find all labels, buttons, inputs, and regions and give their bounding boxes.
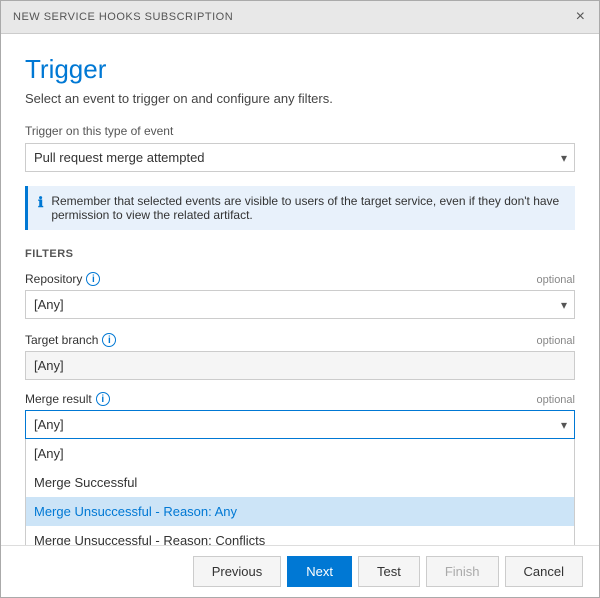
info-message-text: Remember that selected events are visibl… [51, 194, 565, 222]
info-message-box: ℹ Remember that selected events are visi… [25, 186, 575, 230]
merge-result-info-icon[interactable]: i [96, 392, 110, 406]
repository-info-icon[interactable]: i [86, 272, 100, 286]
repository-field-row: Repository i optional [25, 272, 575, 286]
filters-section-label: FILTERS [25, 248, 575, 260]
merge-result-trigger-wrap: [Any] ▾ [25, 410, 575, 439]
cancel-button[interactable]: Cancel [505, 556, 583, 587]
list-item[interactable]: Merge Successful [26, 468, 574, 497]
merge-result-dropdown: [Any] ▾ [Any] Merge Successful Merge Uns… [25, 410, 575, 545]
target-branch-optional: optional [536, 335, 575, 347]
page-subtitle: Select an event to trigger on and config… [25, 91, 575, 106]
dialog-title: NEW SERVICE HOOKS SUBSCRIPTION [13, 11, 233, 23]
merge-result-label: Merge result i [25, 392, 110, 406]
filters-section: FILTERS Repository i optional [Any] ▾ Ta… [25, 248, 575, 545]
target-branch-input[interactable] [25, 351, 575, 380]
next-button[interactable]: Next [287, 556, 352, 587]
target-branch-field-row: Target branch i optional [25, 333, 575, 347]
list-item[interactable]: Merge Unsuccessful - Reason: Conflicts [26, 526, 574, 545]
page-title: Trigger [25, 54, 575, 85]
dialog-body: Trigger Select an event to trigger on an… [1, 34, 599, 545]
target-branch-label: Target branch i [25, 333, 116, 347]
test-button[interactable]: Test [358, 556, 420, 587]
list-item-selected[interactable]: Merge Unsuccessful - Reason: Any [26, 497, 574, 526]
list-item[interactable]: [Any] [26, 439, 574, 468]
close-button[interactable]: × [574, 9, 587, 25]
repository-select[interactable]: [Any] [25, 290, 575, 319]
merge-result-optional: optional [536, 394, 575, 406]
previous-button[interactable]: Previous [193, 556, 282, 587]
service-hooks-dialog: NEW SERVICE HOOKS SUBSCRIPTION × Trigger… [0, 0, 600, 598]
trigger-select-wrapper: Pull request merge attempted ▾ [25, 143, 575, 172]
dialog-titlebar: NEW SERVICE HOOKS SUBSCRIPTION × [1, 1, 599, 34]
merge-result-options-list: [Any] Merge Successful Merge Unsuccessfu… [25, 439, 575, 545]
target-branch-info-icon[interactable]: i [102, 333, 116, 347]
repository-optional: optional [536, 274, 575, 286]
dialog-footer: Previous Next Test Finish Cancel [1, 545, 599, 597]
merge-result-field-row: Merge result i optional [25, 392, 575, 406]
repository-label: Repository i [25, 272, 100, 286]
repository-select-wrapper: [Any] ▾ [25, 290, 575, 319]
finish-button[interactable]: Finish [426, 556, 499, 587]
merge-result-selected: [Any] [34, 417, 64, 432]
trigger-field-label: Trigger on this type of event [25, 124, 575, 138]
trigger-select[interactable]: Pull request merge attempted [25, 143, 575, 172]
merge-result-trigger[interactable]: [Any] [25, 410, 575, 439]
info-icon: ℹ [38, 194, 43, 211]
